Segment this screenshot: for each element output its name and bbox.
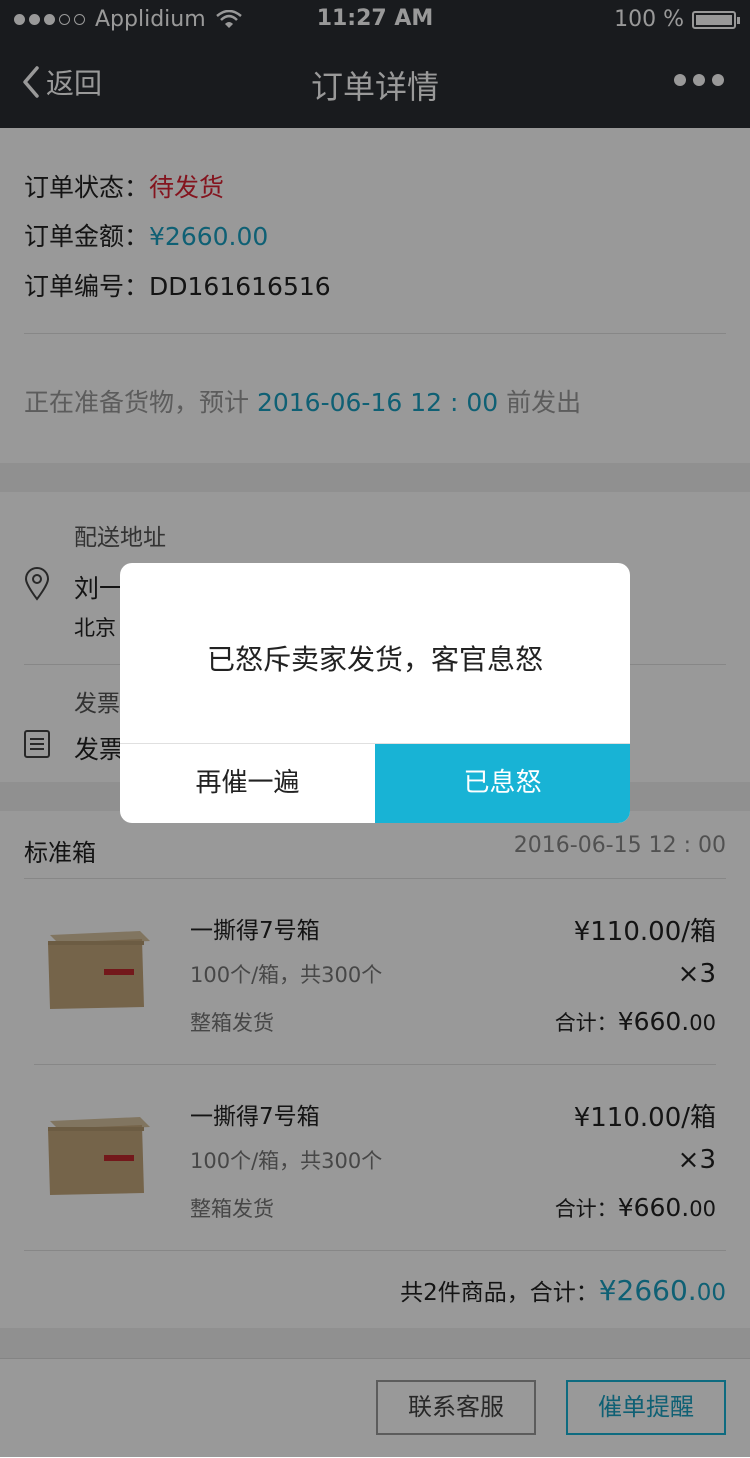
urge-again-button[interactable]: 再催一遍 bbox=[120, 744, 375, 823]
dialog-message: 已怒斥卖家发货，客官息怒 bbox=[206, 643, 543, 676]
calm-down-button[interactable]: 已息怒 bbox=[375, 744, 630, 823]
alert-dialog: 已怒斥卖家发货，客官息怒 再催一遍 已息怒 bbox=[120, 563, 630, 823]
